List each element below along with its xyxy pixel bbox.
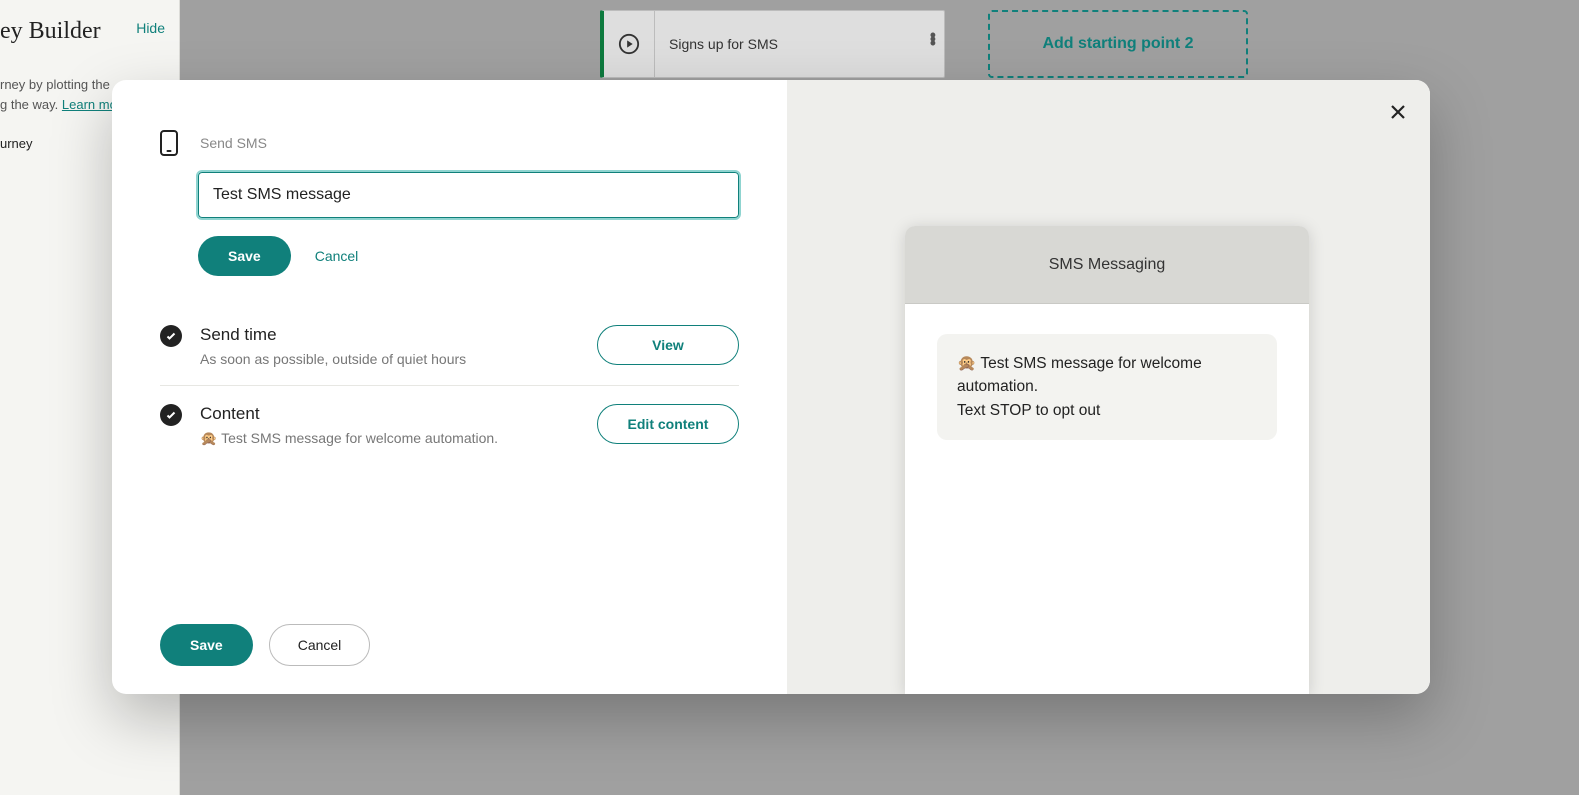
play-icon bbox=[604, 33, 654, 55]
content-section: Content 🙊 Test SMS message for welcome a… bbox=[160, 385, 739, 465]
check-icon bbox=[160, 325, 182, 347]
edit-content-button[interactable]: Edit content bbox=[597, 404, 739, 444]
modal-subtitle: Send SMS bbox=[200, 135, 267, 151]
learn-more-link[interactable]: Learn mo bbox=[62, 97, 117, 112]
desc-line-1: rney by plotting the bbox=[0, 77, 110, 92]
cancel-button[interactable]: Cancel bbox=[269, 624, 371, 666]
modal-footer: Save Cancel bbox=[160, 624, 370, 666]
send-time-title: Send time bbox=[200, 325, 597, 345]
sms-name-input[interactable] bbox=[198, 172, 739, 218]
send-time-subtitle: As soon as possible, outside of quiet ho… bbox=[200, 351, 597, 367]
modal-form-panel: Send SMS Save Cancel Send time As soon a… bbox=[112, 80, 787, 694]
modal-preview-panel: SMS Messaging 🙊 Test SMS message for wel… bbox=[787, 80, 1430, 694]
desc-line-2: g the way. bbox=[0, 97, 62, 112]
starting-point-label: Signs up for SMS bbox=[655, 36, 778, 52]
save-button[interactable]: Save bbox=[160, 624, 253, 666]
check-icon bbox=[160, 404, 182, 426]
close-icon[interactable] bbox=[1386, 100, 1410, 124]
send-sms-modal: Send SMS Save Cancel Send time As soon a… bbox=[112, 80, 1430, 694]
send-time-section: Send time As soon as possible, outside o… bbox=[160, 306, 739, 385]
hide-sidebar-link[interactable]: Hide bbox=[136, 20, 165, 36]
inline-save-button[interactable]: Save bbox=[198, 236, 291, 276]
content-subtitle: 🙊 Test SMS message for welcome automatio… bbox=[200, 430, 597, 447]
sms-bubble: 🙊 Test SMS message for welcome automatio… bbox=[937, 334, 1277, 440]
phone-icon bbox=[160, 130, 178, 156]
sms-preview: SMS Messaging 🙊 Test SMS message for wel… bbox=[905, 226, 1309, 694]
content-title: Content bbox=[200, 404, 597, 424]
starting-point-card[interactable]: Signs up for SMS ••• bbox=[600, 10, 945, 78]
add-starting-point-button[interactable]: Add starting point 2 bbox=[988, 10, 1248, 78]
view-send-time-button[interactable]: View bbox=[597, 325, 739, 365]
preview-header: SMS Messaging bbox=[905, 226, 1309, 304]
modal-header: Send SMS bbox=[160, 130, 739, 156]
kebab-menu-icon[interactable]: ••• bbox=[930, 33, 936, 45]
inline-cancel-link[interactable]: Cancel bbox=[315, 248, 359, 264]
